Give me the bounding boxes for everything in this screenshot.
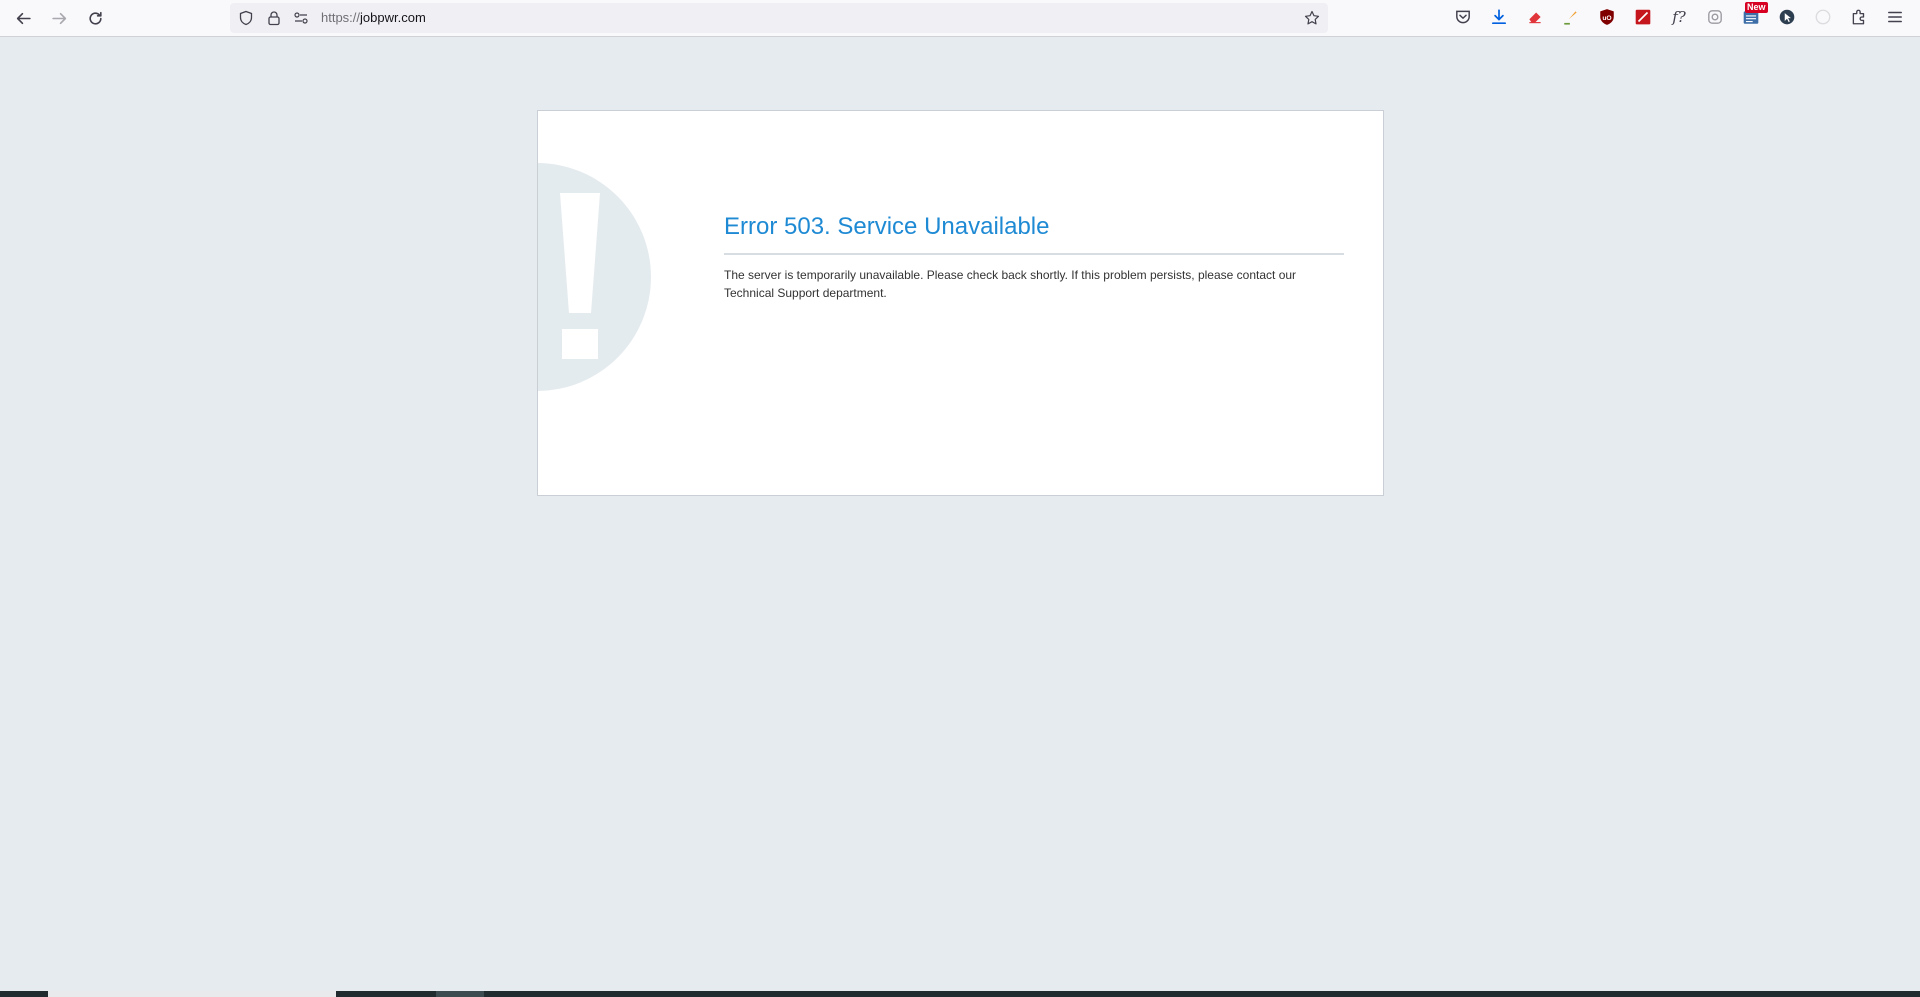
back-button[interactable] (10, 5, 36, 31)
taskbar-item[interactable] (436, 991, 484, 997)
url-scheme: https:// (321, 10, 361, 25)
disabled-extension-icon[interactable] (1813, 7, 1833, 27)
eraser-extension-icon[interactable] (1525, 7, 1545, 27)
browser-toolbar: https://jobpwr.com uO f? New (0, 0, 1920, 37)
url-text[interactable]: https://jobpwr.com (321, 10, 426, 26)
address-bar[interactable]: https://jobpwr.com (230, 3, 1328, 33)
pocket-icon[interactable] (1453, 7, 1473, 27)
new-badge: New (1745, 2, 1768, 13)
error-title: Error 503. Service Unavailable (724, 213, 1050, 240)
instagram-icon[interactable] (1705, 7, 1725, 27)
font-finder-icon[interactable]: f? (1669, 7, 1689, 27)
back-arrow-icon (16, 12, 31, 24)
error-card: Error 503. Service Unavailable The serve… (537, 110, 1384, 496)
reload-button[interactable] (82, 5, 108, 31)
reload-icon (88, 11, 102, 25)
taskbar-item-active[interactable] (48, 991, 336, 997)
exclamation-icon (560, 193, 600, 359)
menu-icon[interactable] (1885, 7, 1905, 27)
permissions-icon[interactable] (293, 10, 309, 26)
forward-button[interactable] (46, 5, 72, 31)
cursor-extension-icon[interactable] (1777, 7, 1797, 27)
forward-arrow-icon (51, 12, 66, 24)
extensions-puzzle-icon[interactable] (1849, 7, 1869, 27)
svg-text:uO: uO (1602, 15, 1611, 22)
lock-icon[interactable] (266, 10, 282, 26)
error-message: The server is temporarily unavailable. P… (724, 268, 1297, 300)
url-host: jobpwr.com (360, 10, 426, 25)
tracking-shield-icon[interactable] (238, 10, 254, 26)
pdf-extension-icon[interactable] (1633, 7, 1653, 27)
divider (724, 253, 1344, 255)
ublock-icon[interactable]: uO (1597, 7, 1617, 27)
bookmark-star-icon[interactable] (1304, 10, 1320, 26)
brush-extension-icon[interactable] (1561, 7, 1581, 27)
download-icon[interactable] (1489, 7, 1509, 27)
